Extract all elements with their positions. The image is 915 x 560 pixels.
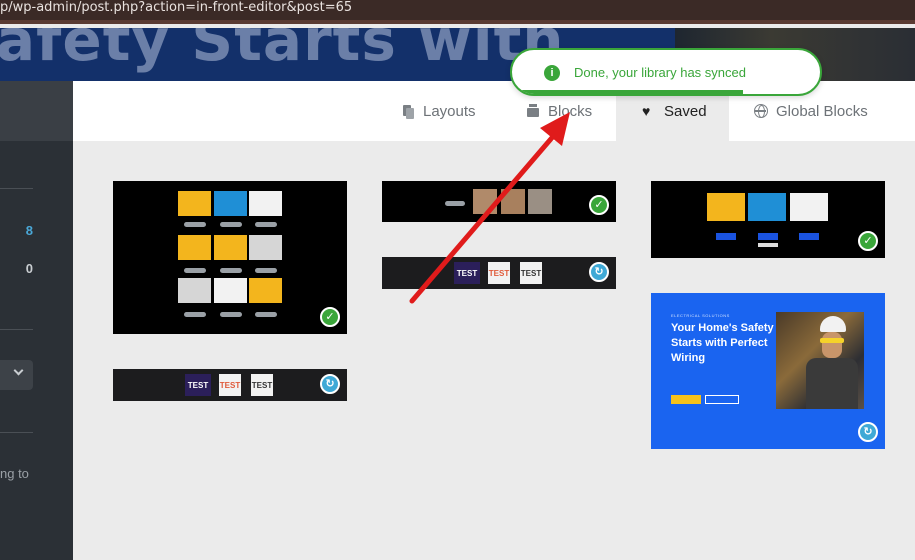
thumbnail-button [220, 222, 242, 227]
thumbnail-button [758, 233, 778, 240]
globe-icon [754, 104, 768, 118]
test-label: TEST [456, 268, 478, 278]
photo-body [806, 358, 858, 409]
thumbnail-tile [249, 278, 282, 303]
thumbnail-test-card: TEST [219, 374, 241, 396]
sync-success-toast[interactable]: i Done, your library has synced [510, 48, 822, 96]
thumbnail-test-logo: TEST [454, 262, 480, 284]
hero-heading: afety Starts with [0, 28, 565, 74]
sidebar-count-primary[interactable]: 8 [26, 223, 33, 238]
thumbnail-button [255, 312, 277, 317]
info-icon: i [544, 65, 560, 81]
saved-block-card[interactable]: TEST TEST TEST ↻ [113, 369, 347, 401]
test-label: TEST [251, 380, 273, 390]
thumbnail-button [255, 268, 277, 273]
block-headline: Your Home's Safety Starts with Perfect W… [671, 322, 774, 364]
thumbnail-button [184, 268, 206, 273]
saved-block-card[interactable]: ELECTRICAL SOLUTIONS Your Home's Safety … [651, 293, 885, 449]
sidebar-help-text: ng to [0, 466, 29, 481]
synced-check-icon: ✓ [589, 195, 609, 215]
block-primary-button [671, 395, 701, 404]
thumbnail-test-card: TEST [520, 262, 542, 284]
tab-label: Blocks [548, 102, 593, 120]
sidebar-divider [0, 329, 33, 330]
thumbnail-test-card: TEST [488, 262, 510, 284]
url-text: p/wp-admin/post.php?action=in-front-edit… [0, 0, 353, 15]
photo-helmet [820, 316, 846, 332]
test-label: TEST [187, 380, 209, 390]
thumbnail-tile [249, 191, 282, 216]
sidebar-count-secondary[interactable]: 0 [26, 261, 33, 276]
thumbnail-tile [473, 189, 497, 214]
blocks-icon [526, 104, 540, 118]
synced-check-icon: ✓ [320, 307, 340, 327]
electrician-photo [776, 312, 864, 409]
thumbnail-button [255, 222, 277, 227]
saved-block-card[interactable]: ✓ [651, 181, 885, 258]
block-eyebrow: ELECTRICAL SOLUTIONS [671, 313, 730, 318]
thumbnail-button [220, 312, 242, 317]
saved-block-card[interactable]: TEST TEST TEST ↻ [382, 257, 616, 289]
tab-label: Layouts [423, 102, 476, 120]
thumbnail-button [184, 312, 206, 317]
test-label: TEST [488, 268, 510, 278]
thumbnail-tile [178, 235, 211, 260]
sidebar-divider [0, 432, 33, 433]
sync-icon: ↻ [320, 374, 340, 394]
thumbnail-button [184, 222, 206, 227]
sidebar-divider [0, 188, 33, 189]
thumbnail-tile [214, 235, 247, 260]
thumbnail-tile [178, 191, 211, 216]
tab-layouts[interactable]: Layouts [401, 81, 476, 141]
thumbnail-tile [790, 193, 828, 221]
synced-check-icon: ✓ [858, 231, 878, 251]
sidebar-filter-select[interactable] [0, 360, 33, 390]
sync-icon: ↻ [589, 262, 609, 282]
sidebar-header [0, 81, 73, 141]
thumbnail-tile [249, 235, 282, 260]
photo-face [822, 332, 842, 358]
saved-block-card[interactable]: ✓ [382, 181, 616, 222]
thumbnail-pagination [758, 243, 778, 247]
sync-icon: ↻ [858, 422, 878, 442]
toast-message: Done, your library has synced [574, 65, 746, 80]
browser-url-bar[interactable]: p/wp-admin/post.php?action=in-front-edit… [0, 0, 915, 24]
library-sidebar: 8 0 ng to [0, 81, 73, 560]
thumbnail-tile [501, 189, 525, 214]
test-label: TEST [219, 380, 241, 390]
block-secondary-button [705, 395, 739, 404]
thumbnail-tile [178, 278, 211, 303]
thumbnail-tile [748, 193, 786, 221]
thumbnail-tile [214, 191, 247, 216]
saved-block-card[interactable]: ✓ [113, 181, 347, 334]
thumbnail-tile [528, 189, 552, 214]
thumbnail-test-card: TEST [251, 374, 273, 396]
thumbnail-button [716, 233, 736, 240]
tab-label: Global Blocks [776, 102, 868, 120]
tab-label: Saved [664, 102, 707, 120]
thumbnail-test-logo: TEST [185, 374, 211, 396]
thumbnail-button [799, 233, 819, 240]
thumbnail-button [445, 201, 465, 206]
thumbnail-button [220, 268, 242, 273]
photo-glasses [820, 338, 844, 343]
thumbnail-tile [707, 193, 745, 221]
heart-icon: ♥ [642, 103, 651, 119]
test-label: TEST [520, 268, 542, 278]
thumbnail-tile [214, 278, 247, 303]
layouts-icon [401, 104, 415, 119]
toast-progress-bar [512, 90, 743, 94]
chevron-down-icon [13, 365, 24, 376]
